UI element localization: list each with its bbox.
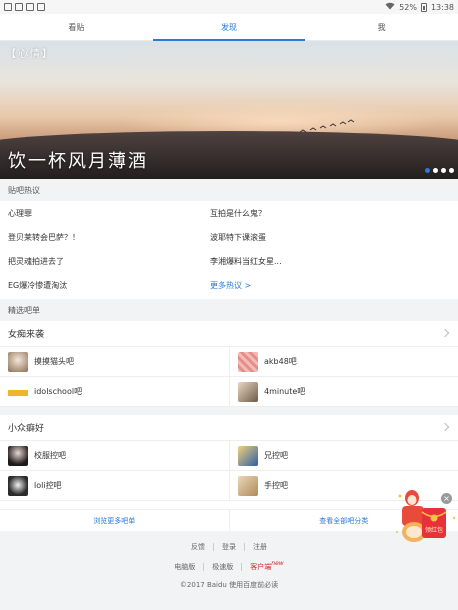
- browse-more-lists-link[interactable]: 浏览更多吧单: [0, 510, 229, 531]
- desktop-version-link[interactable]: 电脑版: [174, 562, 195, 572]
- carousel-dot[interactable]: [433, 168, 438, 173]
- hot-topics-list: 心理罪 互拍是什么鬼？ 登贝莱转会巴萨？！ 波耶特下课滚蛋 把灵魂拍进去了 李湘…: [0, 201, 458, 297]
- banner-tag: 【心情】: [6, 49, 54, 60]
- akb48-thumbnail-icon: [238, 351, 258, 372]
- image-notification-icon: [26, 3, 34, 11]
- feedback-link[interactable]: 反馈: [191, 542, 205, 552]
- group-title[interactable]: 小众癖好: [0, 415, 458, 441]
- browse-links: 浏览更多吧单 查看全部吧分类: [0, 509, 458, 531]
- uniform-thumbnail-icon: [8, 445, 28, 466]
- carousel-dot[interactable]: [449, 168, 454, 173]
- client-app-link[interactable]: 客户端new: [250, 560, 284, 572]
- cat-thumbnail-icon: [8, 351, 28, 372]
- wifi-icon: [385, 2, 395, 12]
- register-link[interactable]: 注册: [253, 542, 267, 552]
- hot-topics-header: 贴吧热议: [0, 179, 458, 201]
- chevron-right-icon: [440, 328, 450, 338]
- status-bar: 52% 13:38: [0, 0, 458, 14]
- brother-thumbnail-icon: [238, 445, 258, 466]
- tab-kantie[interactable]: 看贴: [0, 14, 153, 40]
- red-envelope-label: 领红包: [425, 526, 443, 534]
- bar-item[interactable]: idolschool吧: [0, 377, 229, 407]
- notification-icon: [4, 3, 12, 11]
- hot-topic-item[interactable]: 心理罪: [8, 201, 32, 225]
- hot-topic-item[interactable]: 把灵魂拍进去了: [8, 249, 64, 273]
- chevron-right-icon: [440, 422, 450, 432]
- footer: 反馈 登录 注册 电脑版 极速版 客户端new ©2017 Baidu 使用百度…: [0, 531, 458, 610]
- hot-topic-item[interactable]: 登贝莱转会巴萨？！: [8, 225, 80, 249]
- bar-item[interactable]: akb48吧: [229, 347, 458, 377]
- app-notification-icon: [37, 3, 45, 11]
- carousel-indicator: [425, 168, 454, 173]
- group-title-label: 女痴来袭: [8, 330, 45, 340]
- bar-item[interactable]: 摸摸猫头吧: [0, 347, 229, 377]
- lite-version-link[interactable]: 极速版: [212, 562, 233, 572]
- banner-title: 饮一杯风月薄酒: [8, 151, 148, 172]
- idolschool-thumbnail-icon: [8, 381, 28, 402]
- bar-item[interactable]: 兄控吧: [229, 441, 458, 471]
- close-icon[interactable]: ×: [441, 493, 452, 504]
- copyright: ©2017 Baidu 使用百度前必读: [179, 581, 279, 589]
- notification-icon: [15, 3, 23, 11]
- login-link[interactable]: 登录: [222, 542, 236, 552]
- hot-topic-item[interactable]: 互拍是什么鬼？: [210, 201, 266, 225]
- hot-topic-item[interactable]: EG爆冷惨遭淘汰: [8, 273, 67, 297]
- hot-topic-item[interactable]: 波耶特下课滚蛋: [210, 225, 266, 249]
- battery-percent: 52%: [399, 2, 417, 12]
- bar-item[interactable]: 4minute吧: [229, 377, 458, 407]
- group-title[interactable]: 女痴来袭: [0, 321, 458, 347]
- bar-item[interactable]: 校服控吧: [0, 441, 229, 471]
- hand-thumbnail-icon: [238, 475, 258, 496]
- group-title-label: 小众癖好: [8, 424, 45, 434]
- 4minute-thumbnail-icon: [238, 381, 258, 402]
- top-tab-bar: 看贴 发现 我: [0, 14, 458, 41]
- carousel-dot[interactable]: [425, 168, 430, 173]
- carousel-dot[interactable]: [441, 168, 446, 173]
- loli-thumbnail-icon: [8, 475, 28, 496]
- featured-header: 精选吧单: [0, 299, 458, 321]
- clock: 13:38: [430, 2, 454, 12]
- tab-me[interactable]: 我: [305, 14, 458, 40]
- battery-icon: [420, 2, 427, 12]
- bar-item[interactable]: loli控吧: [0, 471, 229, 501]
- banner-carousel[interactable]: 【心情】 饮一杯风月薄酒: [0, 41, 458, 179]
- tab-discover[interactable]: 发现: [152, 14, 306, 41]
- new-badge: new: [271, 560, 284, 567]
- hot-topic-item[interactable]: 李湘爆料当红女星...: [210, 249, 282, 273]
- more-hot-topics-link[interactable]: 更多热议 >: [210, 273, 251, 297]
